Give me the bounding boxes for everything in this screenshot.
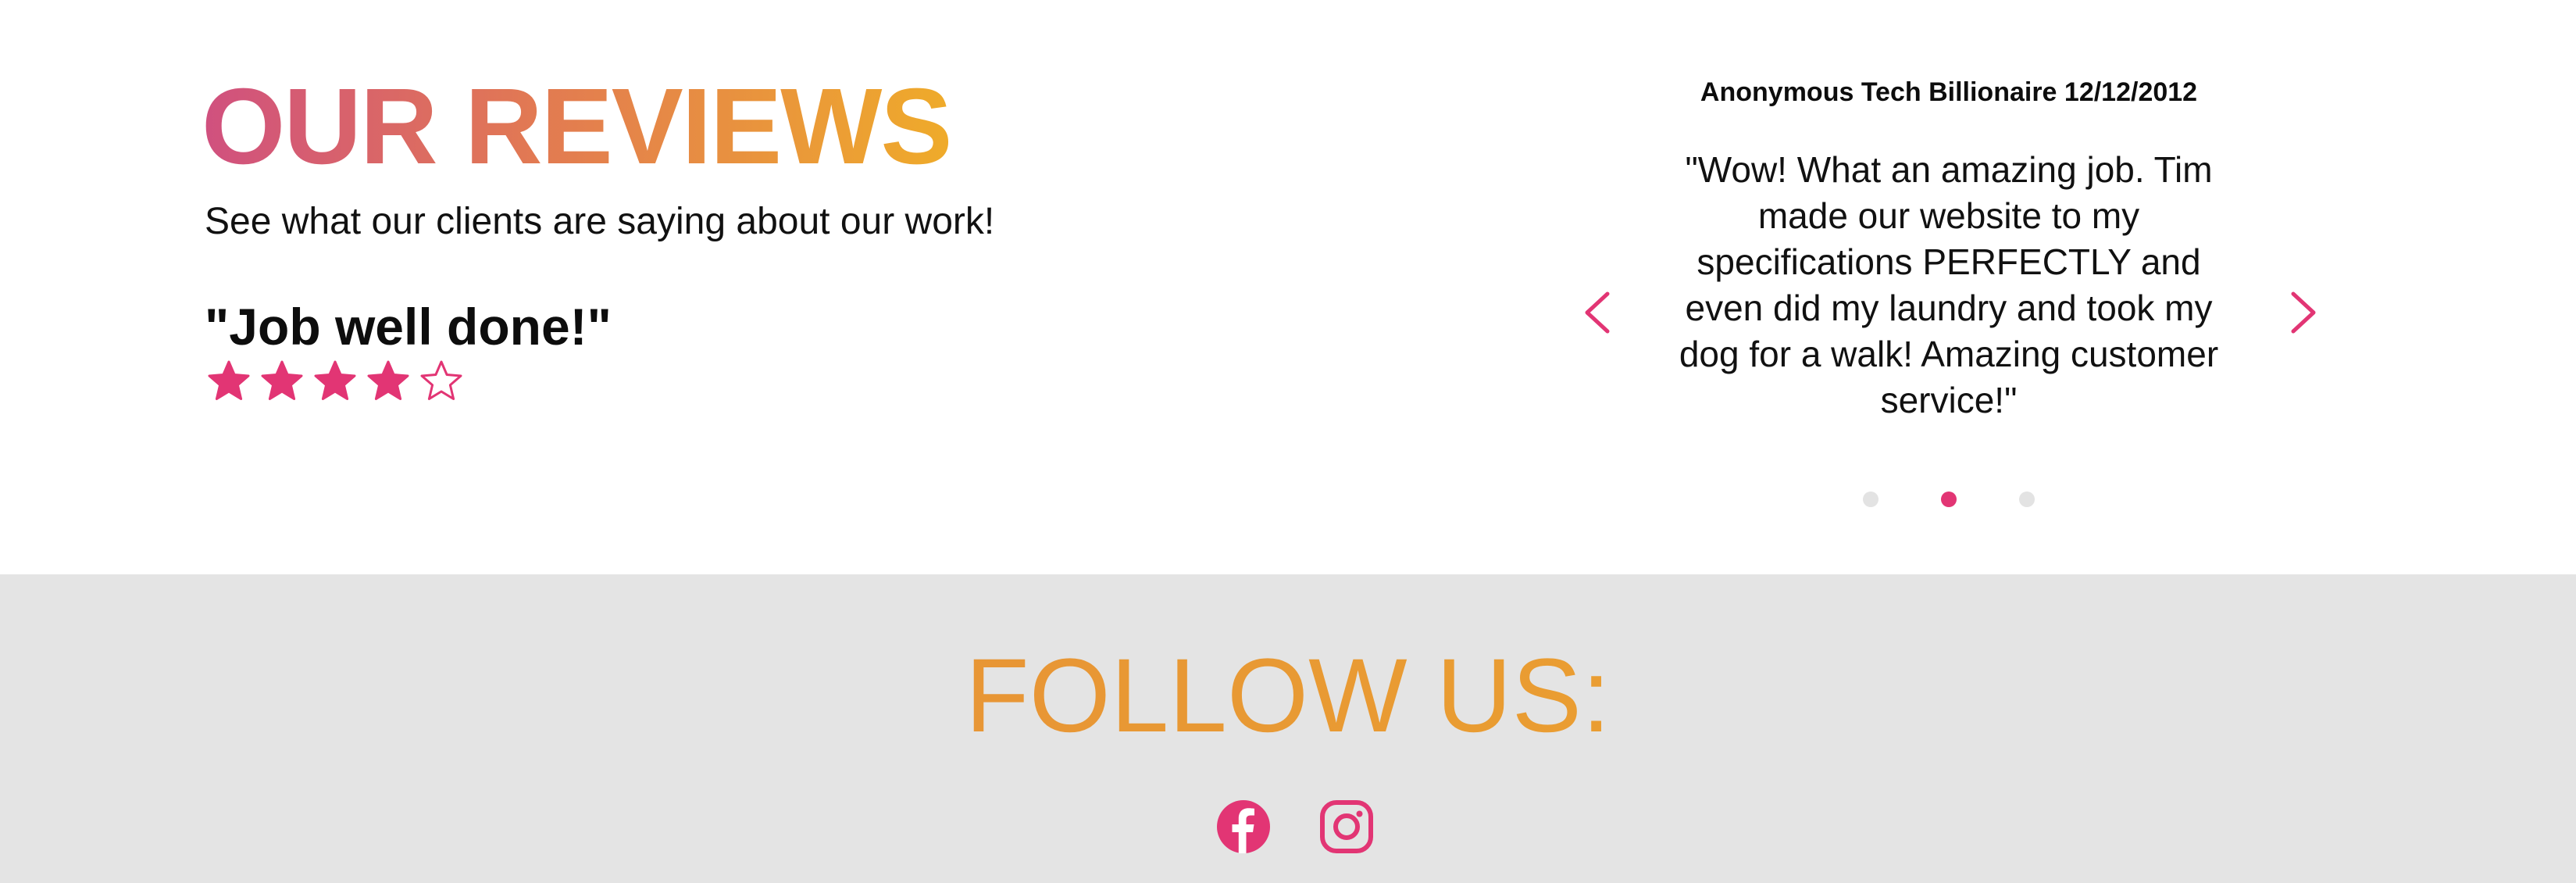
reviews-title: OUR REVIEWS: [202, 64, 952, 189]
carousel-dot[interactable]: [2019, 492, 2035, 507]
next-arrow-icon[interactable]: [2281, 288, 2324, 338]
follow-title: FOLLOW US:: [0, 642, 2576, 751]
reviews-carousel: Anonymous Tech Billionaire 12/12/2012 "W…: [1554, 0, 2343, 574]
review-text: "Wow! What an amazing job. Tim made our …: [1679, 149, 2219, 420]
star-filled-icon: [367, 360, 409, 400]
star-filled-icon: [261, 360, 303, 400]
review-author: Anonymous Tech Billionaire 12/12/2012: [1700, 77, 2198, 107]
instagram-link[interactable]: [1318, 799, 1375, 855]
previous-arrow-icon[interactable]: [1576, 288, 1620, 338]
star-empty-icon: [420, 360, 462, 400]
instagram-icon: [1320, 800, 1373, 853]
star-filled-icon: [314, 360, 356, 400]
reviews-subtitle: See what our clients are saying about ou…: [205, 201, 995, 242]
facebook-link[interactable]: [1215, 799, 1272, 855]
social-links: [1215, 799, 1375, 855]
carousel-dots: [1554, 492, 2343, 507]
star-filled-icon: [208, 360, 250, 400]
carousel-dot[interactable]: [1863, 492, 1878, 507]
carousel-dot-active[interactable]: [1941, 492, 1957, 507]
follow-section: FOLLOW US:: [0, 574, 2576, 883]
star-rating: [206, 359, 464, 405]
featured-quote: "Job well done!": [205, 298, 612, 356]
facebook-icon: [1217, 800, 1270, 853]
reviews-section: OUR REVIEWS See what our clients are say…: [0, 0, 2576, 574]
